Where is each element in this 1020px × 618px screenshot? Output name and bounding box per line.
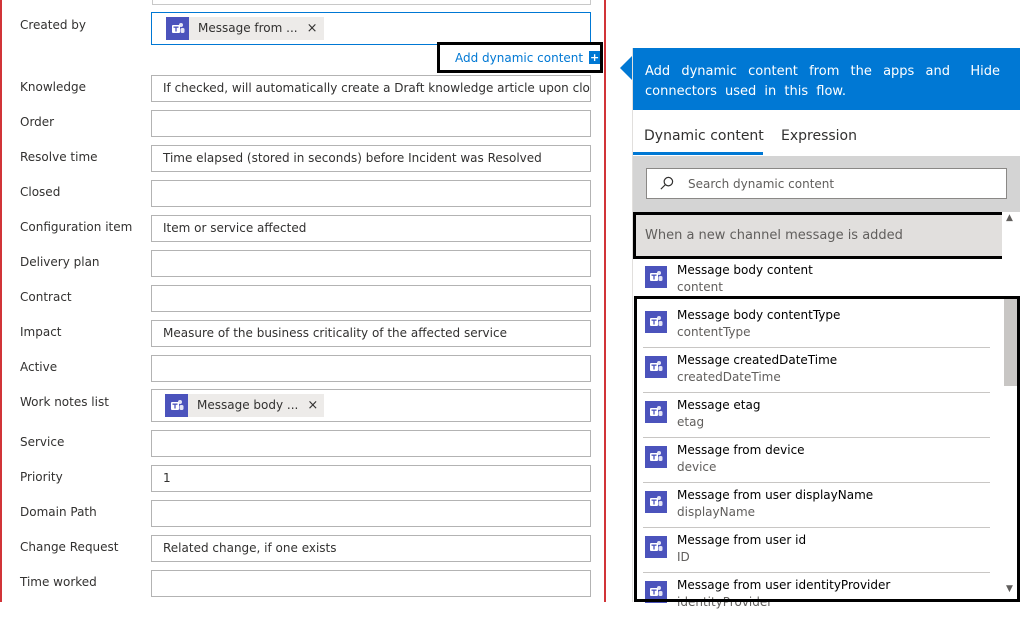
priority-input[interactable]: 1 bbox=[151, 465, 591, 492]
field-label-priority: Priority bbox=[20, 470, 63, 484]
previous-field-edge bbox=[152, 0, 591, 5]
add-dynamic-content-button[interactable]: Add dynamic content + bbox=[437, 42, 603, 73]
field-label-order: Order bbox=[20, 115, 55, 129]
item-title: Message from user identityProvider bbox=[677, 578, 891, 592]
field-label-work-notes-list: Work notes list bbox=[20, 395, 109, 409]
item-subtitle: contentType bbox=[677, 325, 751, 339]
teams-icon bbox=[645, 536, 667, 558]
teams-icon bbox=[645, 311, 667, 333]
item-title: Message body content bbox=[677, 263, 813, 277]
service-input[interactable] bbox=[151, 430, 591, 457]
field-label-closed: Closed bbox=[20, 185, 61, 199]
created-by-token[interactable]: Message from ... × bbox=[166, 17, 324, 40]
flyout-pointer bbox=[620, 56, 632, 80]
item-subtitle: etag bbox=[677, 415, 705, 429]
tab-dynamic-content[interactable]: Dynamic content bbox=[644, 128, 764, 144]
list-item[interactable]: Message from device device bbox=[643, 438, 990, 483]
field-label-time-worked: Time worked bbox=[20, 575, 97, 589]
token-label: Message body ... bbox=[197, 398, 299, 412]
list-item[interactable]: Message etag etag bbox=[643, 393, 990, 438]
teams-icon bbox=[645, 446, 667, 468]
list-item[interactable]: Message createdDateTime createdDateTime bbox=[643, 348, 990, 393]
work-notes-list-input[interactable]: Message body ... × bbox=[151, 389, 591, 422]
item-title: Message etag bbox=[677, 398, 761, 412]
close-icon[interactable]: × bbox=[304, 13, 318, 44]
flyout-description: Add dynamic content from the apps and co… bbox=[645, 64, 950, 99]
list-item[interactable]: Message from user id ID bbox=[643, 528, 990, 573]
field-label-knowledge: Knowledge bbox=[20, 80, 86, 94]
field-label-configuration-item: Configuration item bbox=[20, 220, 133, 234]
teams-icon bbox=[165, 394, 188, 417]
item-subtitle: createdDateTime bbox=[677, 370, 781, 384]
field-label-delivery-plan: Delivery plan bbox=[20, 255, 100, 269]
field-label-created-by: Created by bbox=[20, 18, 87, 32]
list-item[interactable]: Message body contentType contentType bbox=[643, 303, 990, 348]
configuration-item-input[interactable]: Item or service affected bbox=[151, 215, 591, 242]
teams-icon bbox=[645, 356, 667, 378]
scroll-up-icon[interactable]: ▲ bbox=[1006, 213, 1013, 223]
item-subtitle: identityProvider bbox=[677, 595, 773, 609]
close-icon[interactable]: × bbox=[304, 390, 318, 421]
item-title: Message body contentType bbox=[677, 308, 841, 322]
item-subtitle: device bbox=[677, 460, 717, 474]
item-subtitle: displayName bbox=[677, 505, 756, 519]
contract-input[interactable] bbox=[151, 285, 591, 312]
active-input[interactable] bbox=[151, 355, 591, 382]
work-notes-token[interactable]: Message body ... × bbox=[165, 394, 325, 417]
tab-expression[interactable]: Expression bbox=[781, 128, 857, 144]
field-label-service: Service bbox=[20, 435, 65, 449]
field-label-resolve-time: Resolve time bbox=[20, 150, 98, 164]
item-subtitle: content bbox=[677, 280, 723, 294]
order-input[interactable] bbox=[151, 110, 591, 137]
delivery-plan-input[interactable] bbox=[151, 250, 591, 277]
search-box[interactable] bbox=[646, 168, 1007, 199]
plus-icon: + bbox=[589, 51, 600, 64]
teams-icon bbox=[645, 266, 667, 288]
teams-icon bbox=[645, 581, 667, 603]
section-header-channel-message[interactable]: When a new channel message is added bbox=[633, 212, 1006, 259]
impact-input[interactable]: Measure of the business criticality of t… bbox=[151, 320, 591, 347]
resolve-time-input[interactable]: Time elapsed (stored in seconds) before … bbox=[151, 145, 591, 172]
flyout-tabs: Dynamic content Expression bbox=[633, 110, 1020, 156]
dynamic-content-flyout: Add dynamic content from the apps and co… bbox=[632, 48, 1020, 609]
field-label-active: Active bbox=[20, 360, 58, 374]
item-title: Message createdDateTime bbox=[677, 353, 838, 367]
field-label-impact: Impact bbox=[20, 325, 62, 339]
list-item[interactable]: Message body content content bbox=[643, 258, 990, 303]
created-by-input[interactable]: Message from ... × bbox=[151, 12, 591, 45]
change-request-input[interactable]: Related change, if one exists bbox=[151, 535, 591, 562]
list-item[interactable]: Message from user identityProvider ident… bbox=[643, 573, 990, 618]
hide-button[interactable]: Hide bbox=[970, 62, 1000, 82]
list-item[interactable]: Message from user displayName displayNam… bbox=[643, 483, 990, 528]
item-title: Message from device bbox=[677, 443, 805, 457]
teams-icon bbox=[166, 17, 189, 40]
add-dynamic-content-label: Add dynamic content bbox=[455, 50, 584, 65]
teams-icon bbox=[645, 401, 667, 423]
scroll-down-icon[interactable]: ▼ bbox=[1006, 584, 1013, 594]
scrollbar-thumb[interactable] bbox=[1004, 298, 1017, 386]
knowledge-input[interactable]: If checked, will automatically create a … bbox=[151, 75, 591, 102]
active-tab-indicator bbox=[633, 152, 763, 155]
field-label-contract: Contract bbox=[20, 290, 72, 304]
time-worked-input[interactable] bbox=[151, 570, 591, 597]
field-label-domain-path: Domain Path bbox=[20, 505, 97, 519]
search-input[interactable] bbox=[686, 175, 986, 192]
form-panel: Created by Message from ... × Add dynami… bbox=[0, 0, 606, 602]
item-title: Message from user displayName bbox=[677, 488, 874, 502]
field-label-change-request: Change Request bbox=[20, 540, 119, 554]
teams-icon bbox=[645, 491, 667, 513]
domain-path-input[interactable] bbox=[151, 500, 591, 527]
flyout-header: Add dynamic content from the apps and co… bbox=[633, 48, 1020, 110]
token-label: Message from ... bbox=[198, 21, 298, 35]
scrollbar[interactable] bbox=[1002, 212, 1020, 602]
item-title: Message from user id bbox=[677, 533, 807, 547]
closed-input[interactable] bbox=[151, 180, 591, 207]
search-icon bbox=[660, 176, 674, 190]
item-subtitle: ID bbox=[677, 550, 690, 564]
